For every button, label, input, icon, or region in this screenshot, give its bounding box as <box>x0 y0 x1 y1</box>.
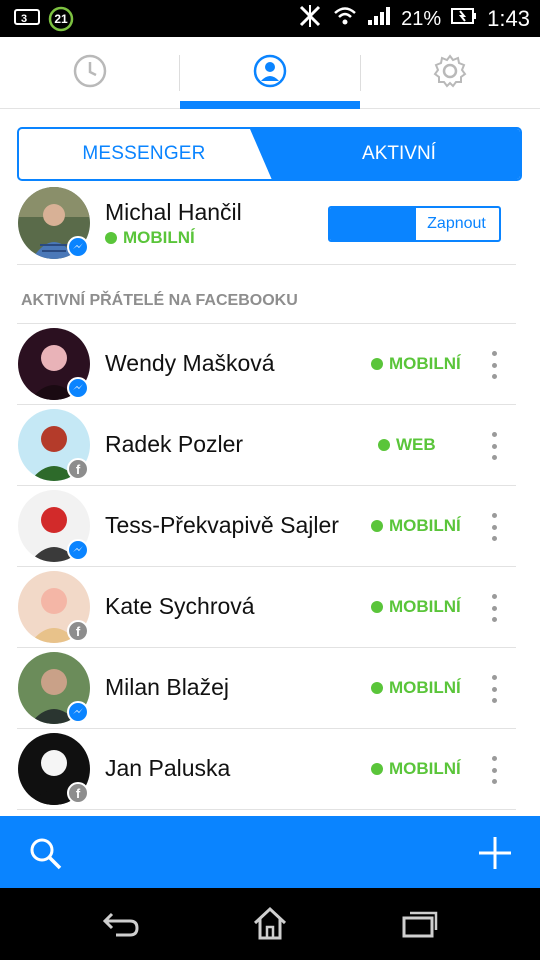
facebook-badge-icon: f <box>67 782 89 804</box>
my-name: Michal Hančil <box>105 199 242 225</box>
bottom-action-bar <box>0 816 540 888</box>
system-nav-bar <box>0 888 540 960</box>
tab-settings[interactable] <box>360 37 540 109</box>
tab-recent[interactable] <box>0 37 180 109</box>
battery-percent: 21% <box>401 7 442 30</box>
more-options-icon[interactable] <box>490 756 498 784</box>
more-options-icon[interactable] <box>490 351 498 379</box>
active-tab-indicator <box>180 101 360 109</box>
battery-icon <box>451 6 477 32</box>
online-dot-icon <box>371 520 383 532</box>
friend-name: Wendy Mašková <box>105 350 275 376</box>
friend-status: WEB <box>378 435 436 455</box>
friend-status: MOBILNÍ <box>371 759 461 779</box>
friend-row[interactable]: Milan Blažej MOBILNÍ <box>0 648 540 729</box>
wifi-icon <box>333 6 357 32</box>
top-tab-bar <box>0 37 540 109</box>
divider <box>17 264 516 265</box>
signal-icon <box>367 6 391 32</box>
gear-icon <box>432 53 468 94</box>
section-title: AKTIVNÍ PŘÁTELÉ NA FACEBOOKU <box>21 292 298 309</box>
online-dot-icon <box>371 601 383 613</box>
friend-row[interactable]: f Kate Sychrová MOBILNÍ <box>0 567 540 648</box>
friend-name: Jan Paluska <box>105 755 231 781</box>
online-dot-icon <box>371 358 383 370</box>
friend-status: MOBILNÍ <box>371 516 461 536</box>
facebook-badge-icon: f <box>67 458 89 480</box>
messenger-badge-icon <box>67 539 89 561</box>
friend-name: Radek Pozler <box>105 431 244 457</box>
divider <box>17 809 516 810</box>
friend-status-label: MOBILNÍ <box>389 354 461 373</box>
home-icon[interactable] <box>252 906 288 945</box>
recent-apps-icon[interactable] <box>401 910 439 943</box>
messenger-badge-icon <box>67 701 89 723</box>
friend-status: MOBILNÍ <box>371 678 461 698</box>
friend-row[interactable]: f Radek Pozler WEB <box>0 405 540 486</box>
no-sim-icon <box>297 5 323 33</box>
friend-status-label: MOBILNÍ <box>389 516 461 535</box>
notification-21-icon: 21 <box>48 6 74 32</box>
clock-time: 1:43 <box>487 6 530 31</box>
friend-status-label: MOBILNÍ <box>389 759 461 778</box>
my-status-label: MOBILNÍ <box>123 228 195 247</box>
friend-name: Tess-Překvapivě Sajler <box>105 512 339 538</box>
friend-status: MOBILNÍ <box>371 597 461 617</box>
more-options-icon[interactable] <box>490 594 498 622</box>
carrier-3-icon: 3 <box>14 8 40 31</box>
messenger-badge-icon <box>67 377 89 399</box>
search-icon[interactable] <box>28 836 64 877</box>
toggle-label: Zapnout <box>427 215 486 232</box>
friend-name: Milan Blažej <box>105 674 229 700</box>
more-options-icon[interactable] <box>490 675 498 703</box>
friend-row[interactable]: Tess-Překvapivě Sajler MOBILNÍ <box>0 486 540 567</box>
friend-row[interactable]: f Jan Paluska MOBILNÍ <box>0 729 540 810</box>
svg-text:3: 3 <box>21 13 27 25</box>
friend-row[interactable]: Wendy Mašková MOBILNÍ <box>0 324 540 405</box>
online-dot-icon <box>378 439 390 451</box>
person-icon <box>252 53 288 94</box>
my-status-row: Michal Hančil MOBILNÍ Zapnout <box>0 183 540 265</box>
segment-messenger[interactable]: MESSENGER <box>19 129 269 179</box>
friend-status-label: MOBILNÍ <box>389 597 461 616</box>
active-toggle[interactable]: Zapnout <box>328 206 501 242</box>
tab-people[interactable] <box>180 37 360 109</box>
my-status: MOBILNÍ <box>105 228 195 248</box>
online-dot-icon <box>105 232 117 244</box>
toggle-fill <box>330 208 416 240</box>
segment-active[interactable]: AKTIVNÍ <box>250 129 520 179</box>
clock-icon <box>72 53 108 94</box>
online-dot-icon <box>371 763 383 775</box>
online-dot-icon <box>371 682 383 694</box>
status-bar: 3 21 21% 1:43 <box>0 0 540 37</box>
messenger-badge-icon <box>67 236 89 258</box>
facebook-badge-icon: f <box>67 620 89 642</box>
friend-status-label: WEB <box>396 435 436 454</box>
plus-icon[interactable] <box>476 834 514 877</box>
more-options-icon[interactable] <box>490 513 498 541</box>
view-segment-control: MESSENGER AKTIVNÍ <box>17 127 522 181</box>
notification-count: 21 <box>54 12 68 26</box>
friend-status: MOBILNÍ <box>371 354 461 374</box>
friend-status-label: MOBILNÍ <box>389 678 461 697</box>
back-icon[interactable] <box>102 910 140 943</box>
friend-name: Kate Sychrová <box>105 593 255 619</box>
more-options-icon[interactable] <box>490 432 498 460</box>
